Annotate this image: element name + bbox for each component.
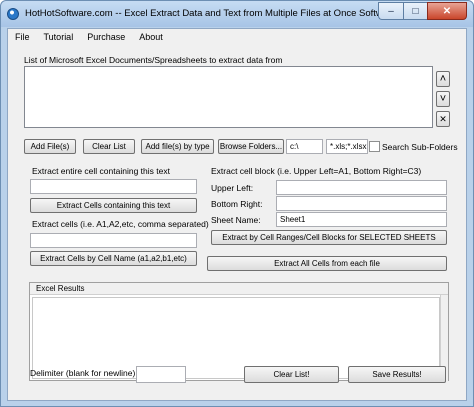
extract-text-input[interactable] bbox=[30, 179, 197, 194]
extract-text-label: Extract entire cell containing this text bbox=[32, 166, 170, 176]
browse-folders-button[interactable]: Browse Folders... bbox=[218, 139, 284, 154]
extract-block-label: Extract cell block (i.e. Upper Left=A1, … bbox=[211, 166, 422, 176]
menu-purchase[interactable]: Purchase bbox=[80, 32, 132, 42]
client-area: File Tutorial Purchase About List of Mic… bbox=[7, 28, 467, 401]
delimiter-input[interactable] bbox=[136, 366, 186, 383]
extract-cells-containing-text-button[interactable]: Extract Cells containing this text bbox=[30, 198, 197, 213]
window-title: HotHotSoftware.com -- Excel Extract Data… bbox=[25, 8, 397, 19]
move-down-button[interactable]: ˅ bbox=[436, 91, 450, 107]
add-files-button[interactable]: Add File(s) bbox=[24, 139, 76, 154]
close-button[interactable]: ✕ bbox=[427, 2, 467, 20]
remove-file-button[interactable]: ✕ bbox=[436, 111, 450, 127]
file-types-input[interactable]: *.xls;*.xlsx bbox=[326, 139, 368, 154]
file-listbox[interactable] bbox=[24, 66, 433, 128]
sheet-name-label: Sheet Name: bbox=[211, 215, 261, 225]
menu-tutorial[interactable]: Tutorial bbox=[37, 32, 81, 42]
menu-file[interactable]: File bbox=[8, 32, 37, 42]
save-results-button[interactable]: Save Results! bbox=[348, 366, 446, 383]
upper-left-input[interactable] bbox=[276, 180, 447, 195]
extract-cells-input[interactable] bbox=[30, 233, 197, 248]
delimiter-label: Delimiter (blank for newline) bbox=[30, 368, 136, 378]
upper-left-label: Upper Left: bbox=[211, 183, 254, 193]
minimize-button[interactable]: – bbox=[378, 2, 403, 20]
extract-cells-by-name-button[interactable]: Extract Cells by Cell Name (a1,a2,b1,etc… bbox=[30, 251, 197, 266]
excel-results-header: Excel Results bbox=[30, 283, 448, 295]
sheet-name-input[interactable]: Sheet1 bbox=[276, 212, 447, 227]
caption-buttons: – □ ✕ bbox=[378, 2, 467, 20]
bottom-right-label: Bottom Right: bbox=[211, 199, 263, 209]
add-by-type-button[interactable]: Add file(s) by type bbox=[141, 139, 214, 154]
app-globe-icon bbox=[7, 8, 19, 20]
search-subfolders-label: Search Sub-Folders bbox=[382, 142, 458, 152]
file-list-label: List of Microsoft Excel Documents/Spread… bbox=[24, 55, 283, 65]
clear-results-button[interactable]: Clear List! bbox=[244, 366, 339, 383]
title-bar[interactable]: HotHotSoftware.com -- Excel Extract Data… bbox=[1, 1, 473, 27]
extract-all-cells-button[interactable]: Extract All Cells from each file bbox=[207, 256, 447, 271]
clear-list-button[interactable]: Clear List bbox=[83, 139, 135, 154]
menu-bar: File Tutorial Purchase About bbox=[8, 29, 466, 44]
extract-cells-label: Extract cells (i.e. A1,A2,etc, comma sep… bbox=[32, 219, 209, 229]
bottom-right-input[interactable] bbox=[276, 196, 447, 211]
application-window: HotHotSoftware.com -- Excel Extract Data… bbox=[0, 0, 474, 407]
move-up-button[interactable]: ˄ bbox=[436, 71, 450, 87]
extract-by-cell-ranges-button[interactable]: Extract by Cell Ranges/Cell Blocks for S… bbox=[211, 230, 447, 245]
search-subfolders-checkbox[interactable] bbox=[369, 141, 380, 152]
menu-about[interactable]: About bbox=[132, 32, 170, 42]
maximize-button[interactable]: □ bbox=[403, 2, 427, 20]
folder-path-input[interactable]: c:\ bbox=[286, 139, 323, 154]
